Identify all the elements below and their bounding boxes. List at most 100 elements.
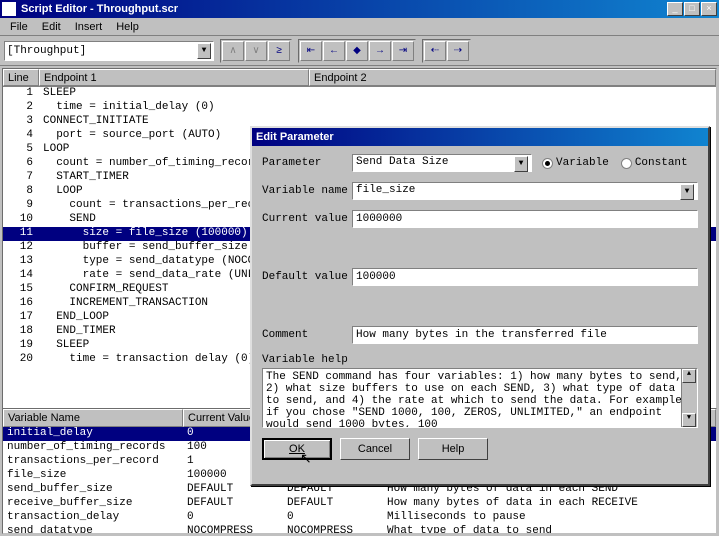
dialog-title: Edit Parameter [254, 131, 706, 143]
up-button[interactable]: ∧ [222, 41, 244, 61]
menu-help[interactable]: Help [110, 19, 145, 35]
var-name: initial_delay [3, 427, 183, 441]
minimize-button[interactable]: _ [667, 2, 683, 16]
variable-help-box[interactable]: The SEND command has four variables: 1) … [262, 368, 698, 428]
line-number: 1 [3, 87, 39, 101]
var-default: NOCOMPRESS [283, 525, 383, 534]
var-name: send_buffer_size [3, 483, 183, 497]
line-number: 16 [3, 297, 39, 311]
menubar: File Edit Insert Help [0, 18, 719, 36]
var-default: DEFAULT [283, 497, 383, 511]
app-icon [2, 2, 16, 16]
line-number: 11 [3, 227, 39, 241]
variable-row[interactable]: transaction_delay00Milliseconds to pause [3, 511, 716, 525]
var-comment: How many bytes of data in each RECEIVE [383, 497, 716, 511]
window-titlebar: Script Editor - Throughput.scr _ □ × [0, 0, 719, 18]
window-title: Script Editor - Throughput.scr [19, 3, 667, 15]
var-name: transactions_per_record [3, 455, 183, 469]
cursor-icon: ↖ [300, 450, 312, 467]
nav-last-button[interactable]: ⇥ [392, 41, 414, 61]
cancel-button[interactable]: Cancel [340, 438, 410, 460]
help-button[interactable]: Help [418, 438, 488, 460]
line-number: 18 [3, 325, 39, 339]
line-number: 8 [3, 185, 39, 199]
col-endpoint1[interactable]: Endpoint 1 [39, 69, 309, 86]
default-value-label: Default value [262, 271, 352, 283]
grid-header: Line Endpoint 1 Endpoint 2 [3, 69, 716, 87]
menu-edit[interactable]: Edit [36, 19, 67, 35]
line-number: 5 [3, 143, 39, 157]
down-button[interactable]: ∨ [245, 41, 267, 61]
script-row[interactable]: 1SLEEP [3, 87, 716, 101]
col-line[interactable]: Line [3, 69, 39, 86]
line-number: 3 [3, 115, 39, 129]
script-text: SLEEP [39, 87, 716, 101]
nav-stop-button[interactable]: ◆ [346, 41, 368, 61]
constant-radio[interactable]: Constant [621, 157, 688, 169]
script-text: time = initial_delay (0) [39, 101, 716, 115]
radio-icon [542, 158, 553, 169]
variable-row[interactable]: send_datatypeNOCOMPRESSNOCOMPRESSWhat ty… [3, 525, 716, 534]
var-default: 0 [283, 511, 383, 525]
line-number: 13 [3, 255, 39, 269]
scroll-down-icon[interactable]: ▼ [682, 413, 696, 427]
variable-radio[interactable]: Variable [542, 157, 609, 169]
line-number: 6 [3, 157, 39, 171]
var-name: number_of_timing_records [3, 441, 183, 455]
var-current: DEFAULT [183, 497, 283, 511]
line-number: 7 [3, 171, 39, 185]
current-value-input[interactable] [352, 210, 698, 228]
line-number: 2 [3, 101, 39, 115]
nav-first-button[interactable]: ⇤ [300, 41, 322, 61]
menu-file[interactable]: File [4, 19, 34, 35]
line-number: 12 [3, 241, 39, 255]
col-var-name[interactable]: Variable Name [3, 409, 183, 427]
comment-input[interactable] [352, 326, 698, 344]
chevron-down-icon[interactable]: ▼ [680, 184, 694, 200]
scroll-up-icon[interactable]: ▲ [682, 369, 696, 383]
maximize-button[interactable]: □ [684, 2, 700, 16]
parameter-label: Parameter [262, 157, 352, 169]
script-combo[interactable]: [Throughput] ▼ [4, 41, 214, 61]
edit-parameter-dialog: Edit Parameter Parameter Send Data Size … [250, 126, 710, 486]
current-value-label: Current value [262, 213, 352, 225]
ok-button[interactable]: OK [262, 438, 332, 460]
close-button[interactable]: × [701, 2, 717, 16]
chevron-down-icon[interactable]: ▼ [197, 43, 211, 59]
variable-row[interactable]: receive_buffer_sizeDEFAULTDEFAULTHow man… [3, 497, 716, 511]
line-number: 17 [3, 311, 39, 325]
default-value-input[interactable] [352, 268, 698, 286]
nav-prev-button[interactable]: ← [323, 41, 345, 61]
script-row[interactable]: 2 time = initial_delay (0) [3, 101, 716, 115]
var-name: receive_buffer_size [3, 497, 183, 511]
line-number: 4 [3, 129, 39, 143]
toolbar: [Throughput] ▼ ∧ ∨ ≥ ⇤ ← ◆ → ⇥ ⇠ ⇢ [0, 36, 719, 66]
line-number: 15 [3, 283, 39, 297]
var-current: NOCOMPRESS [183, 525, 283, 534]
var-name: transaction_delay [3, 511, 183, 525]
link-prev-button[interactable]: ⇠ [424, 41, 446, 61]
variable-name-combo[interactable]: file_size ▼ [352, 182, 698, 200]
var-name: file_size [3, 469, 183, 483]
col-endpoint2[interactable]: Endpoint 2 [309, 69, 716, 86]
parameter-combo[interactable]: Send Data Size ▼ [352, 154, 532, 172]
link-next-button[interactable]: ⇢ [447, 41, 469, 61]
script-combo-value: [Throughput] [7, 45, 86, 57]
sort-button[interactable]: ≥ [268, 41, 290, 61]
scrollbar[interactable]: ▲ ▼ [681, 369, 697, 427]
line-number: 9 [3, 199, 39, 213]
menu-insert[interactable]: Insert [69, 19, 109, 35]
variable-help-label: Variable help [262, 354, 352, 366]
line-number: 20 [3, 353, 39, 367]
radio-icon [621, 158, 632, 169]
comment-label: Comment [262, 329, 352, 341]
line-number: 10 [3, 213, 39, 227]
dialog-titlebar[interactable]: Edit Parameter [252, 128, 708, 146]
var-comment: Milliseconds to pause [383, 511, 716, 525]
variable-name-label: Variable name [262, 185, 352, 197]
nav-next-button[interactable]: → [369, 41, 391, 61]
var-comment: What type of data to send [383, 525, 716, 534]
chevron-down-icon[interactable]: ▼ [514, 156, 528, 172]
var-current: 0 [183, 511, 283, 525]
line-number: 19 [3, 339, 39, 353]
